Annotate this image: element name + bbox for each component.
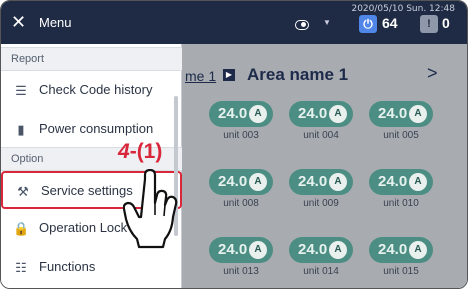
functions-icon: ☷ [15,260,27,275]
menu-item-check-code-history[interactable]: ☰ Check Code history [1,72,182,110]
lock-icon: 🔒 [13,221,30,236]
section-label: Report [11,53,45,65]
unit-label: unit 004 [303,130,339,141]
unit-label: unit 015 [383,266,419,277]
tool-icon: ⚒ [17,184,29,199]
alert-icon[interactable]: ! [420,15,438,33]
bar-chart-icon: ▮ [17,122,25,137]
unit-temp: 24.0 [378,105,408,122]
breadcrumb: me 1 ▶ Area name 1 > [171,58,467,92]
menu-header: ✕ Menu [1,1,182,44]
unit-temp: 24.0 [298,105,328,122]
unit-card[interactable]: 24.0 A unit 009 [289,169,359,209]
menu-item-label: Operation Lock [39,220,128,235]
unit-label: unit 013 [223,266,259,277]
unit-label: unit 005 [383,130,419,141]
auto-mode-icon: A [409,173,427,191]
power-count: 64 [382,15,398,31]
power-icon[interactable]: ⏻ [359,15,377,33]
page-title: Area name 1 [247,65,349,84]
menu-item-label: Functions [39,259,96,274]
chevron-right-icon: ▶ [223,69,235,81]
unit-card[interactable]: 24.0 A unit 003 [209,101,279,141]
unit-temp: 24.0 [378,241,408,258]
unit-card[interactable]: 24.0 A unit 010 [369,169,439,209]
unit-card[interactable]: 24.0 A unit 014 [289,237,359,277]
step-number: 4 [118,140,130,163]
unit-card[interactable]: 24.0 A unit 005 [369,101,439,141]
unit-temp: 24.0 [218,173,248,190]
auto-mode-icon: A [329,105,347,123]
auto-mode-icon: A [249,105,267,123]
unit-card[interactable]: 24.0 A unit 015 [369,237,439,277]
alert-count: 0 [442,15,450,31]
toggle-icon[interactable] [295,20,309,30]
unit-label: unit 008 [223,198,259,209]
auto-mode-icon: A [329,173,347,191]
unit-card[interactable]: 24.0 A unit 004 [289,101,359,141]
unit-temp: 24.0 [298,173,328,190]
section-label: Option [11,153,44,165]
auto-mode-icon: A [329,241,347,259]
auto-mode-icon: A [249,173,267,191]
menu-item-label: Service settings [41,183,133,198]
close-icon[interactable]: ✕ [11,12,26,33]
menu-item-functions[interactable]: ☷ Functions [1,249,182,287]
auto-mode-icon: A [409,105,427,123]
auto-mode-icon: A [249,241,267,259]
auto-mode-icon: A [409,241,427,259]
device-screen: 2020/05/10 Sun. 12:48 ▼ ⏻ 64 ! 0 me 1 ▶ … [0,0,468,289]
next-area-button[interactable]: > [427,63,438,84]
unit-card[interactable]: 24.0 A unit 008 [209,169,279,209]
datetime-display: 2020/05/10 Sun. 12:48 [351,4,455,14]
step-annotation: 4-(1) [118,140,163,163]
step-sub: (1) [136,140,163,163]
unit-label: unit 010 [383,198,419,209]
unit-label: unit 003 [223,130,259,141]
unit-temp: 24.0 [378,173,408,190]
chevron-down-icon[interactable]: ▼ [323,18,331,27]
breadcrumb-link[interactable]: me 1 [185,68,216,84]
menu-title: Menu [39,15,72,30]
unit-temp: 24.0 [218,241,248,258]
unit-label: unit 009 [303,198,339,209]
menu-item-label: Power consumption [39,121,154,136]
menu-item-label: Check Code history [39,82,153,97]
unit-temp: 24.0 [218,105,248,122]
unit-card[interactable]: 24.0 A unit 013 [209,237,279,277]
section-header-report: Report [1,47,182,71]
unit-label: unit 014 [303,266,339,277]
pointing-hand-icon [123,169,178,249]
unit-temp: 24.0 [298,241,328,258]
list-alert-icon: ☰ [15,83,27,98]
